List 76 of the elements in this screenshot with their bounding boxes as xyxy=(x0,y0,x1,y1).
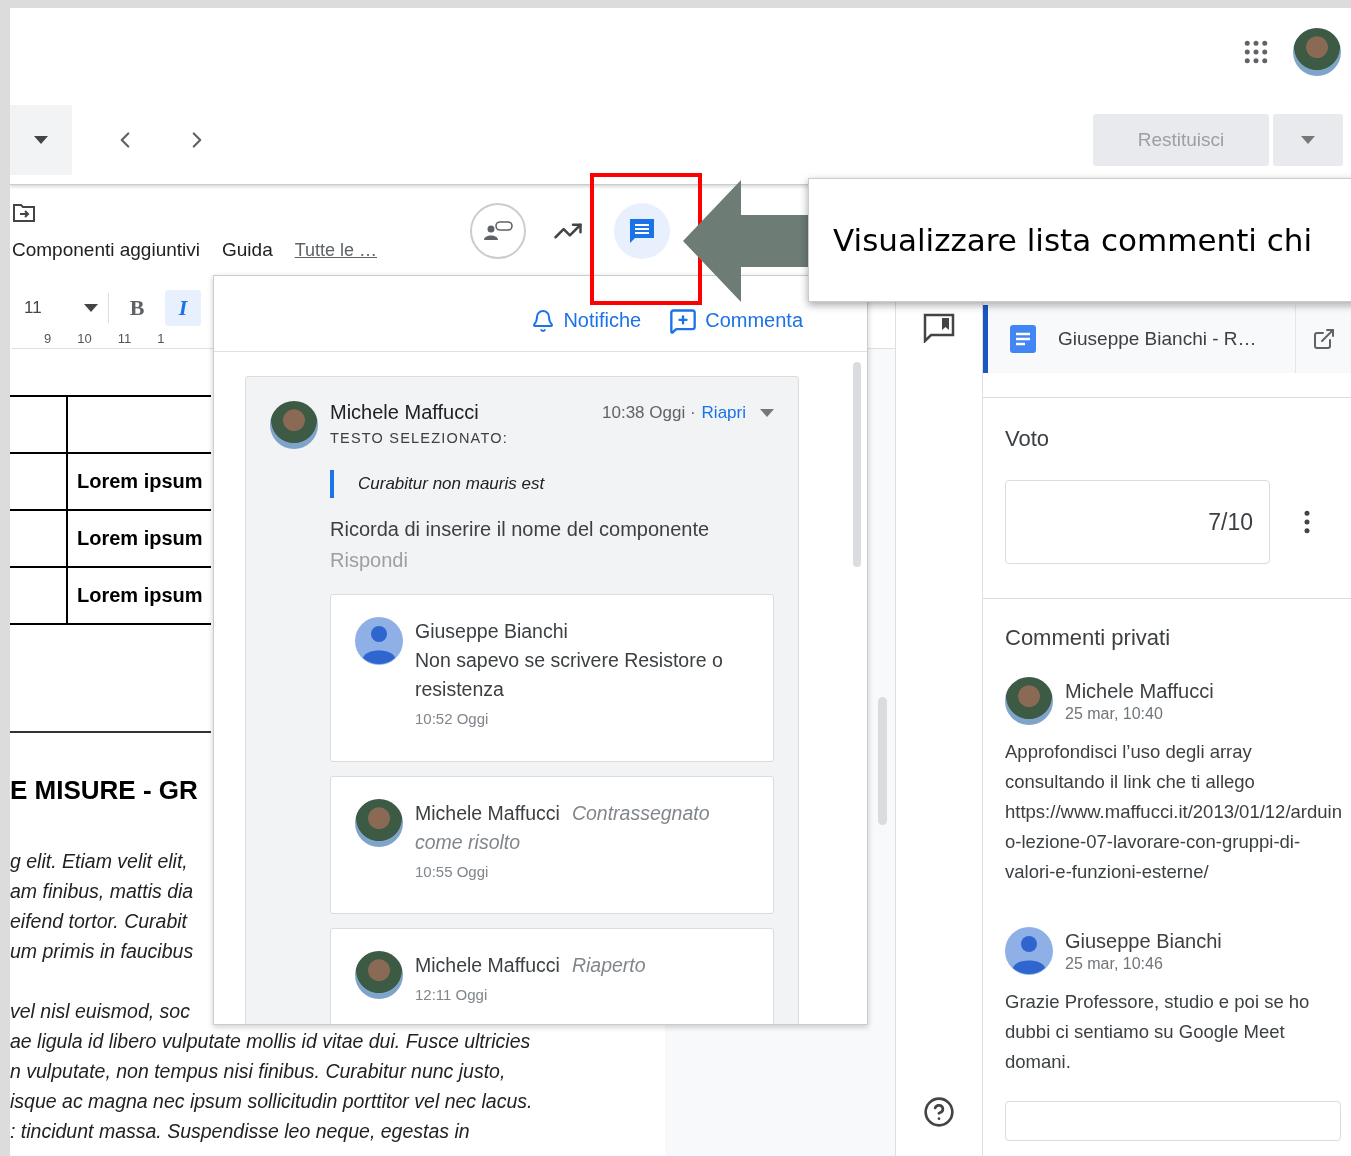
edit-history-link[interactable]: Tutte le … xyxy=(294,240,378,261)
avatar-placeholder xyxy=(270,401,318,449)
scrollbar[interactable] xyxy=(853,362,861,567)
avatar-silhouette-icon xyxy=(1005,927,1053,975)
ruler-number: 9 xyxy=(44,331,52,348)
comment-author: Giuseppe Bianchi xyxy=(1065,929,1222,953)
comment-time: 10:38 Oggi xyxy=(602,402,686,423)
separator-dot: · xyxy=(688,402,696,423)
comment-date: 25 mar, 10:40 xyxy=(1065,704,1164,723)
document-text-line: isque ac magna nec ipsum sollicitudin porttitor vel nec lacus. xyxy=(10,1089,533,1114)
selected-text-label: TESTO SELEZIONATO: xyxy=(330,430,509,446)
bell-icon xyxy=(531,308,556,333)
table-cell-text: Lorem ipsum xyxy=(76,583,204,608)
comment-text: Grazie Professore, studio e poi se ho dubbi ci sentiamo su Google Meet domani. xyxy=(1005,990,1311,1074)
document-text-line: : tincidunt massa. Suspendisse leo neque, egestas in xyxy=(10,1119,470,1144)
document-text-line: um primis in faucibus xyxy=(10,939,194,964)
document-text-line: ae ligula id libero vulputate mollis id vitae dui. Fusce ultricies xyxy=(10,1029,531,1054)
ruler-number: 1 xyxy=(157,331,165,348)
reply-time: 10:52 Oggi xyxy=(415,710,490,727)
bold-button[interactable]: B xyxy=(119,290,155,326)
caret-icon xyxy=(760,408,774,417)
reply-text: Michele Maffucci Riaperto xyxy=(415,953,647,978)
ruler-number: 10 xyxy=(77,331,92,348)
caret-icon xyxy=(34,135,48,144)
caret-icon xyxy=(1301,135,1315,144)
callout-text: Visualizzare lista commenti chi xyxy=(808,178,1351,302)
file-tab[interactable]: Giuseppe Bianchi - R… xyxy=(983,305,1351,373)
comment-author: Michele Maffucci xyxy=(330,401,480,424)
reply-time: 12:11 Oggi xyxy=(415,986,489,1003)
document-icon xyxy=(1010,325,1036,353)
comment-date: 25 mar, 10:46 xyxy=(1065,954,1164,973)
external-link-icon xyxy=(1311,327,1336,351)
private-comments-title: Commenti privati xyxy=(1005,625,1172,651)
document-text-line: vel nisl euismod, soc xyxy=(10,999,190,1024)
reply-time: 10:55 Oggi xyxy=(415,863,490,880)
grade-label: Voto xyxy=(1005,426,1051,452)
notifications-button[interactable]: Notifiche xyxy=(531,308,642,333)
ruler-number: 11 xyxy=(117,331,132,348)
caret-icon xyxy=(84,304,98,312)
italic-button[interactable]: I xyxy=(165,290,201,326)
table-cell-text: Lorem ipsum xyxy=(76,469,204,494)
document-text-line: n vulputate, non tempus nisi finibus. Curabitur nunc justo, xyxy=(10,1059,506,1084)
table-cell-text: Lorem ipsum xyxy=(76,526,204,551)
avatar-placeholder[interactable] xyxy=(1293,27,1341,76)
comment-menu-button[interactable] xyxy=(760,408,774,417)
document-text-line: g elit. Etiam velit elit, xyxy=(10,849,188,874)
menu-item[interactable]: Guida xyxy=(222,239,273,261)
comments-icon xyxy=(627,216,657,246)
comments-button[interactable] xyxy=(614,203,670,259)
comment-text: Ricorda di inserire il nome del componente xyxy=(330,518,711,541)
comment-text: Approfondisci l’uso degli array consultando il link che ti allego https://www.maffucci.it/2013/01/12/arduino-lezione-07-lavorare-con-gruppi-di-valori-e-funzioni-esterne/ xyxy=(1005,740,1343,884)
folder-icon[interactable] xyxy=(12,203,36,223)
document-text-line: am finibus, mattis dia xyxy=(10,879,194,904)
avatar-placeholder xyxy=(1005,677,1053,725)
avatar-placeholder xyxy=(355,951,403,999)
file-title: Giuseppe Bianchi - R… xyxy=(1058,328,1258,350)
presenter-icon xyxy=(483,220,513,242)
reply-text: Giuseppe Bianchi Non sapevo se scrivere Resistore o resistenza xyxy=(415,619,724,702)
comment-author: Michele Maffucci xyxy=(1065,679,1214,703)
document-heading: E MISURE - GR xyxy=(10,775,199,806)
present-button[interactable] xyxy=(470,203,526,259)
avatar-silhouette-icon xyxy=(355,617,403,665)
comment-add-icon xyxy=(669,306,698,335)
font-size-value[interactable]: 11 xyxy=(24,298,74,318)
scrollbar[interactable] xyxy=(878,697,887,825)
avatar-placeholder xyxy=(355,799,403,847)
menu-item[interactable]: Componenti aggiuntivi xyxy=(12,239,200,261)
feedback-icon[interactable] xyxy=(923,313,955,343)
grade-field[interactable]: 7/10 xyxy=(1005,480,1270,564)
reopen-link[interactable]: Riapri xyxy=(701,402,746,423)
reply-text: Michele Maffucci Contrassegnato come risolto xyxy=(415,801,711,855)
quoted-text: Curabitur non mauris est xyxy=(330,470,774,498)
add-comment-button[interactable]: Commenta xyxy=(669,306,803,335)
document-text-line: eifend tortor. Curabit xyxy=(10,909,188,934)
help-icon[interactable] xyxy=(923,1096,955,1128)
comment-input[interactable] xyxy=(1005,1101,1341,1141)
